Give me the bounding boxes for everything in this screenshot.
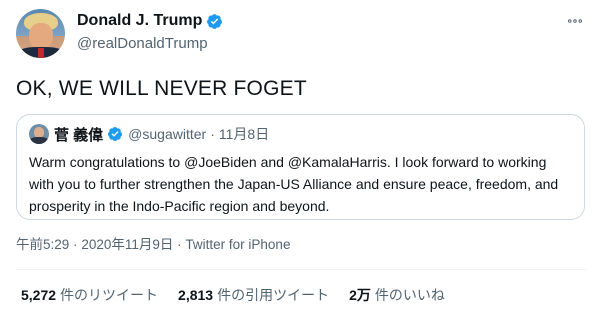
meta-separator-2: ·: [177, 237, 182, 252]
quote-tweets-count: 2,813: [178, 287, 214, 303]
tweet-date[interactable]: 2020年11月9日: [81, 237, 173, 252]
divider: [16, 269, 586, 270]
likes-label: 件のいいね: [374, 287, 445, 303]
quote-tweets-label: 件の引用ツイート: [217, 287, 330, 303]
author-info: Donald J. Trump @realDonaldTrump: [77, 10, 223, 54]
retweets-count: 5,272: [21, 287, 57, 303]
author-display-name-row[interactable]: Donald J. Trump: [77, 11, 223, 31]
quoted-tweet-header: 菅 義偉 @sugawitter · 11月8日: [29, 123, 572, 145]
tweet-metadata: 午前5:29 · 2020年11月9日 · Twitter for iPhone: [16, 236, 290, 254]
retweets-label: 件のリツイート: [60, 287, 159, 303]
likes-count: 2万: [349, 287, 371, 303]
tweet-source[interactable]: Twitter for iPhone: [185, 237, 290, 252]
quoted-tweet-text: Warm congratulations to @JoeBiden and @K…: [29, 154, 559, 214]
quoted-verified-badge-icon: [108, 127, 123, 141]
tweet-stats: 5,272 件のリツイート 2,813 件の引用ツイート 2万 件のいいね: [21, 286, 465, 304]
author-display-name[interactable]: Donald J. Trump: [77, 11, 202, 31]
quoted-author-handle: @sugawitter: [128, 126, 207, 142]
quoted-tweet[interactable]: 菅 義偉 @sugawitter · 11月8日 Warm congratula…: [16, 114, 585, 220]
tweet-header: Donald J. Trump @realDonaldTrump: [16, 8, 586, 60]
tweet-card: Donald J. Trump @realDonaldTrump OK, WE …: [0, 0, 602, 310]
verified-badge-icon: [207, 13, 223, 29]
quote-tweets-stat[interactable]: 2,813 件の引用ツイート: [178, 286, 329, 304]
author-handle[interactable]: @realDonaldTrump: [77, 34, 223, 54]
tweet-text: OK, WE WILL NEVER FOGET: [16, 77, 307, 100]
likes-stat[interactable]: 2万 件のいいね: [349, 286, 445, 304]
retweets-stat[interactable]: 5,272 件のリツイート: [21, 286, 158, 304]
meta-separator: ·: [73, 237, 78, 252]
tweet-time[interactable]: 午前5:29: [16, 237, 69, 252]
quoted-date[interactable]: 11月8日: [219, 124, 269, 144]
more-options-icon[interactable]: [566, 12, 584, 30]
author-avatar[interactable]: [16, 9, 65, 58]
quoted-separator: ·: [210, 126, 215, 142]
quoted-author-name[interactable]: 菅 義偉: [54, 124, 103, 145]
quoted-author-avatar[interactable]: [29, 124, 49, 144]
